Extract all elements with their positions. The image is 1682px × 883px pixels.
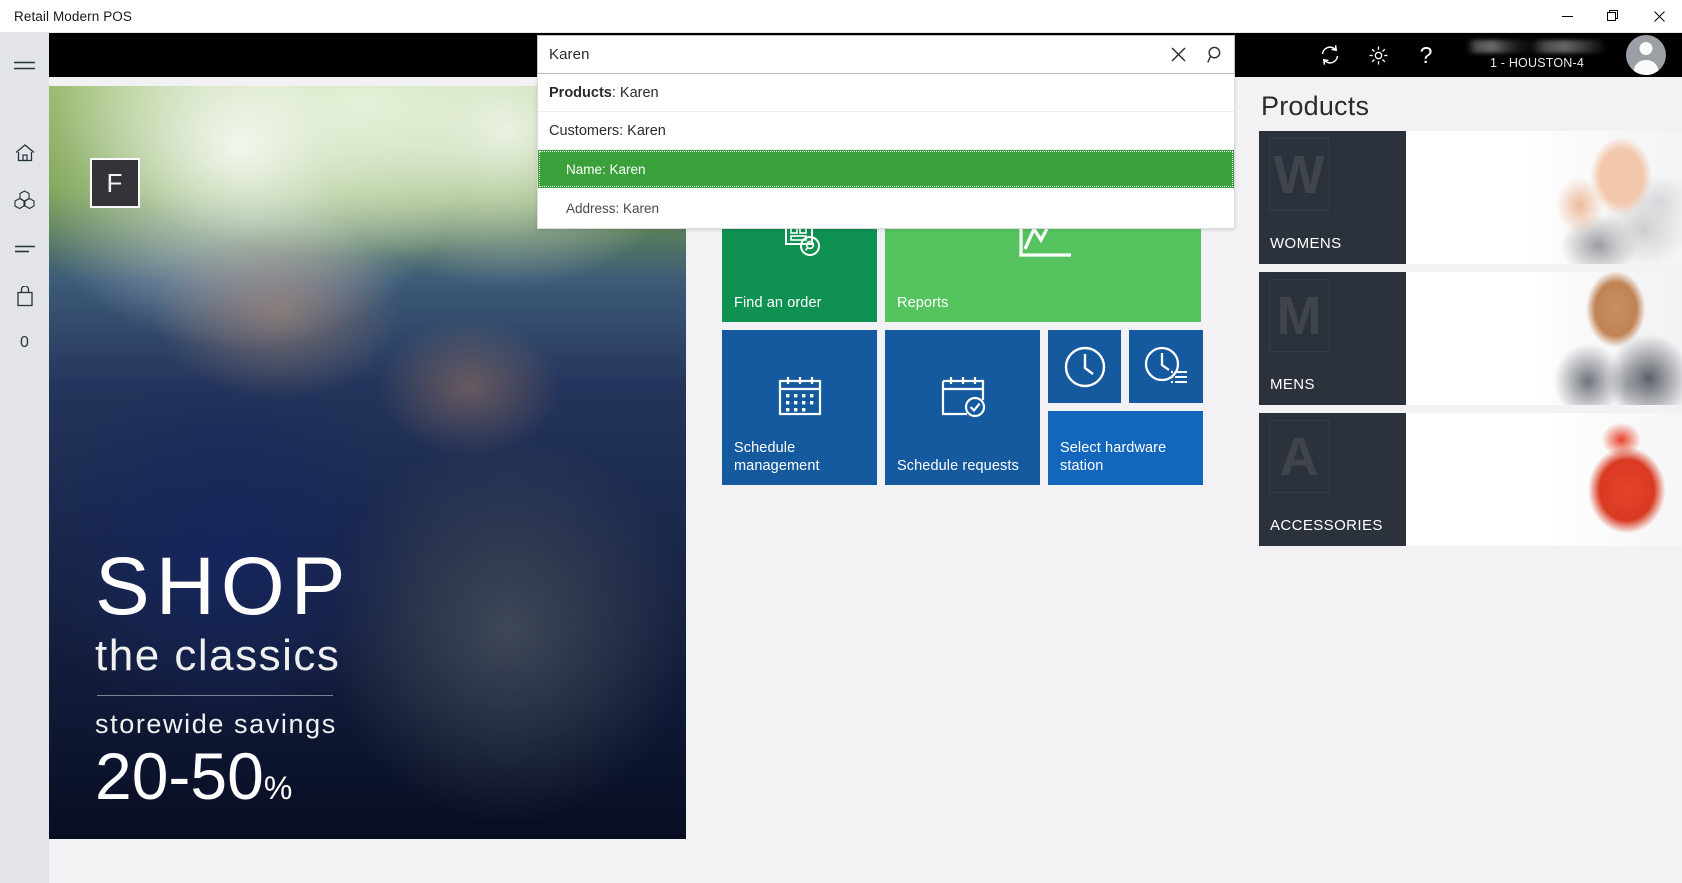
search-suggestions-dropdown: Products: Karen Customers: Karen Name: K… <box>537 74 1235 229</box>
search-box[interactable]: Karen <box>537 35 1235 74</box>
product-category-womens-ghost-letter: W <box>1269 138 1329 211</box>
minimize-button[interactable] <box>1544 0 1590 33</box>
refresh-button[interactable] <box>1306 33 1354 77</box>
hamburger-menu-icon <box>14 61 35 70</box>
product-category-accessories[interactable]: A ACCESSORIES <box>1259 413 1406 546</box>
suggestion-customer-name[interactable]: Name: Karen <box>538 150 1234 188</box>
tile-schedule-management-icon-wrap <box>722 330 877 463</box>
banner-headline: SHOP <box>95 541 352 633</box>
search-input[interactable]: Karen <box>538 46 1160 63</box>
maximize-restore-button[interactable] <box>1590 0 1636 33</box>
clear-icon <box>1171 47 1186 62</box>
suggestion-customers-group: Customers <box>549 122 620 139</box>
shopping-bag-icon <box>16 286 33 307</box>
settings-button[interactable] <box>1354 33 1402 77</box>
clock-list-icon <box>1144 346 1187 383</box>
left-navigation-rail: 0 <box>0 33 49 883</box>
tile-time-clock-icon-wrap <box>1048 330 1121 403</box>
brand-logo-letter: F <box>106 167 124 198</box>
tile-row-schedule: Schedule management Schedule requests Se… <box>722 330 1241 485</box>
tile-time-clock-entries[interactable] <box>1129 330 1203 403</box>
suggestion-products-rest: : Karen <box>611 84 659 101</box>
tile-stack-clock: Select hardware station <box>1048 330 1203 485</box>
product-category-accessories-photo <box>1406 413 1682 546</box>
sidebar-item-products[interactable] <box>0 177 49 225</box>
home-icon <box>15 144 34 162</box>
sidebar-item-home[interactable] <box>0 129 49 177</box>
user-info[interactable]: 1 - HOUSTON-4 <box>1462 33 1612 77</box>
close-icon <box>1653 10 1665 22</box>
minimize-icon <box>1561 15 1573 17</box>
tile-select-hardware-station-label: Select hardware station <box>1060 439 1167 474</box>
tile-schedule-management[interactable]: Schedule management <box>722 330 877 485</box>
calendar-icon <box>778 376 821 415</box>
sidebar-item-cart[interactable] <box>0 273 49 321</box>
main-body: ? 1 - HOUSTON-4 Karen Products: Karen C… <box>49 33 1682 883</box>
cubes-icon <box>14 190 35 210</box>
window-controls <box>1544 0 1682 33</box>
cart-item-count: 0 <box>20 334 29 351</box>
clear-search-button[interactable] <box>1160 36 1197 73</box>
store-register-label: 1 - HOUSTON-4 <box>1489 56 1585 70</box>
gear-icon <box>1368 45 1388 65</box>
avatar-torso-icon <box>1633 60 1659 75</box>
clock-icon <box>1064 346 1105 387</box>
tile-schedule-requests-icon-wrap <box>885 330 1040 463</box>
product-category-row[interactable]: M MENS <box>1259 272 1682 405</box>
window-title: Retail Modern POS <box>14 8 132 24</box>
hamburger-menu-button[interactable] <box>0 41 49 93</box>
tile-row-clocks <box>1048 330 1203 403</box>
product-category-mens-ghost-letter: M <box>1269 279 1329 352</box>
tile-select-hardware-station[interactable]: Select hardware station <box>1048 411 1203 485</box>
banner-percent-sign: % <box>263 769 293 806</box>
global-search: Karen Products: Karen Customers: Karen… <box>537 33 1235 229</box>
help-icon: ? <box>1419 41 1433 68</box>
tile-time-clock-entries-icon-wrap <box>1129 330 1203 403</box>
topbar-actions: ? 1 - HOUSTON-4 <box>1306 33 1682 77</box>
avatar[interactable] <box>1626 35 1666 75</box>
suggestion-products[interactable]: Products: Karen <box>538 74 1234 112</box>
product-category-row[interactable]: A ACCESSORIES <box>1259 413 1682 546</box>
product-category-mens[interactable]: M MENS <box>1259 272 1406 405</box>
banner-divider <box>97 694 333 696</box>
sidebar-item-transactions[interactable] <box>0 225 49 273</box>
search-icon <box>1206 46 1220 63</box>
products-panel: Products W WOMENS M MENS A ACCESSORIES <box>1241 77 1682 883</box>
product-category-womens-photo <box>1406 131 1682 264</box>
refresh-icon <box>1321 45 1339 65</box>
restore-icon <box>1607 10 1618 21</box>
banner-savings-line: storewide savings <box>95 708 337 739</box>
help-button[interactable]: ? <box>1402 33 1450 77</box>
list-lines-icon <box>14 245 35 253</box>
app-shell: 0 ? 1 - HOUSTON-4 Karen Products: Karen… <box>0 33 1682 883</box>
suggestion-customers-rest: : Karen <box>619 122 666 139</box>
banner-percent-value: 20-50 <box>95 738 264 813</box>
submit-search-button[interactable] <box>1197 36 1234 73</box>
app-topbar: ? 1 - HOUSTON-4 Karen Products: Karen C… <box>49 33 1682 229</box>
brand-logo: F <box>90 158 140 208</box>
banner-text-block: SHOP the classics storewide savings 20-5… <box>95 541 565 813</box>
product-category-mens-label: MENS <box>1270 376 1315 393</box>
suggestion-products-group: Products <box>549 84 612 101</box>
product-category-womens[interactable]: W WOMENS <box>1259 131 1406 264</box>
tile-schedule-requests[interactable]: Schedule requests <box>885 330 1040 485</box>
avatar-head-icon <box>1639 42 1653 55</box>
calendar-check-icon <box>941 376 985 417</box>
user-name-blurred <box>1467 40 1607 53</box>
product-category-mens-photo <box>1406 272 1682 405</box>
product-category-womens-label: WOMENS <box>1270 235 1342 252</box>
close-button[interactable] <box>1636 0 1682 33</box>
banner-percent: 20-50% <box>95 738 565 813</box>
banner-subhead: the classics <box>95 631 341 681</box>
suggestion-customers[interactable]: Customers: Karen <box>538 112 1234 150</box>
suggestion-customer-address[interactable]: Address: Karen <box>538 188 1234 228</box>
products-panel-title: Products <box>1261 91 1370 121</box>
product-category-accessories-label: ACCESSORIES <box>1270 517 1383 534</box>
window-titlebar: Retail Modern POS <box>0 0 1682 33</box>
tile-time-clock[interactable] <box>1048 330 1121 403</box>
product-category-accessories-ghost-letter: A <box>1269 420 1329 493</box>
product-category-row[interactable]: W WOMENS <box>1259 131 1682 264</box>
